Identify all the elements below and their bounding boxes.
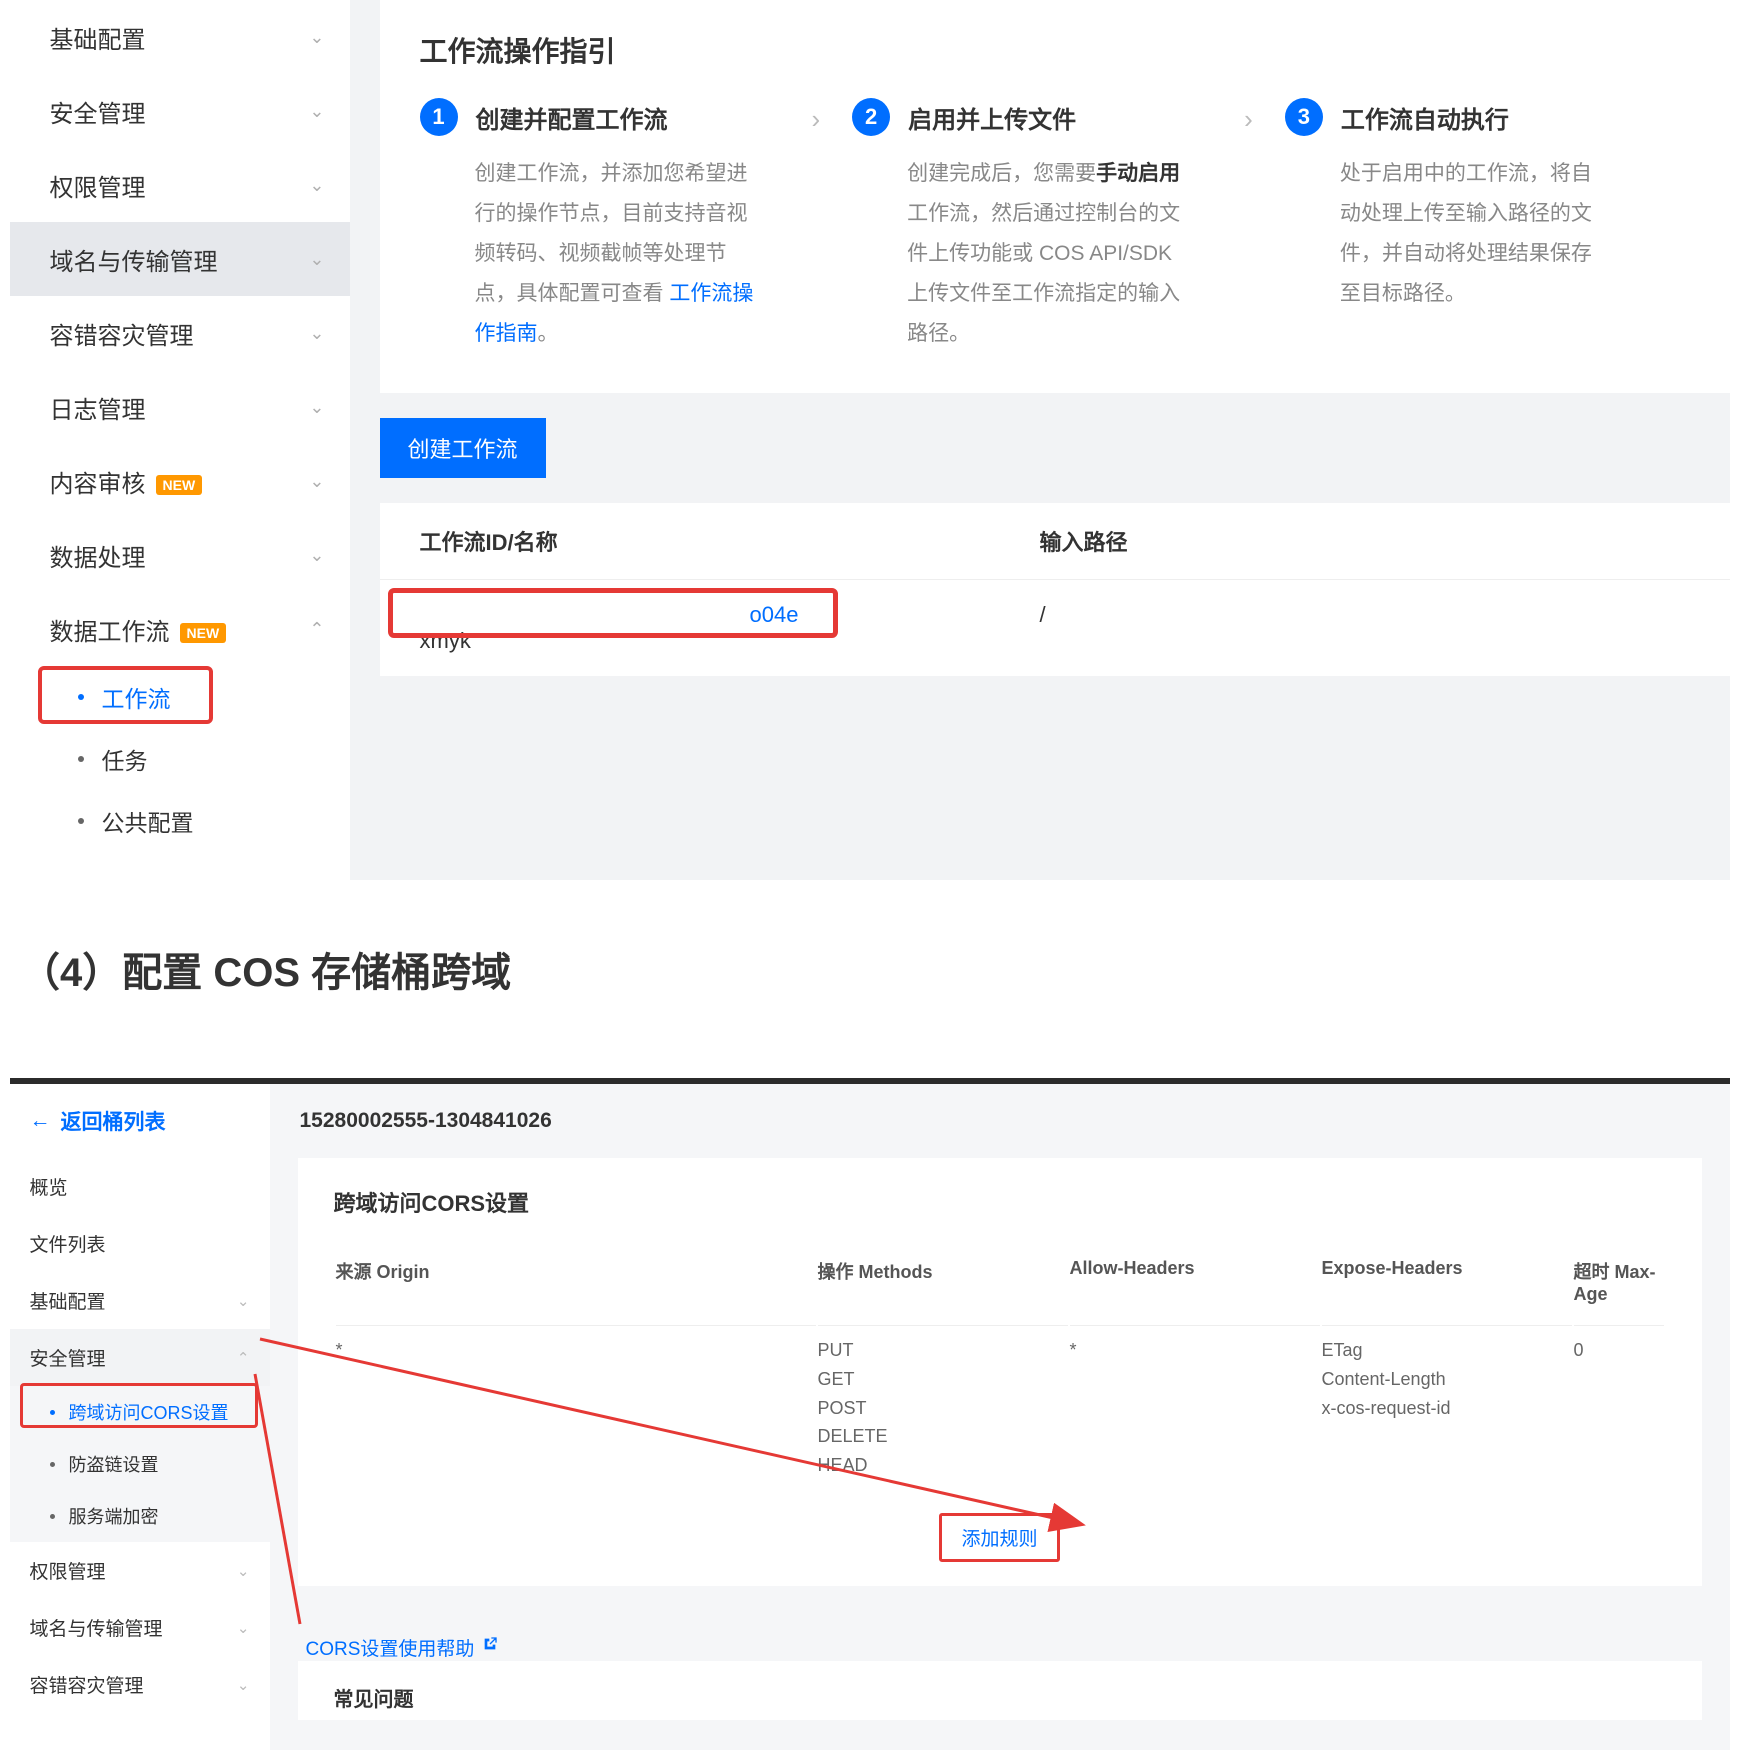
bucket-id-title: 15280002555-1304841026 bbox=[270, 1084, 1730, 1158]
faq-card: 常见问题 bbox=[298, 1661, 1702, 1720]
chevron-down-icon: ⌄ bbox=[237, 1676, 250, 1694]
chevron-down-icon: ⌄ bbox=[309, 545, 324, 566]
th-methods: 操作 Methods bbox=[818, 1248, 1068, 1323]
main-panel: 15280002555-1304841026 跨域访问CORS设置 来源 Ori… bbox=[270, 1084, 1730, 1750]
sidebar-item-data-processing[interactable]: 数据处理⌄ bbox=[10, 518, 350, 592]
table-row[interactable]: xxxxxxxxxxxxxxxxxxxxxxxxxxxxxxo04e xmyk … bbox=[380, 580, 1730, 676]
arrow-left-icon: ← bbox=[30, 1109, 51, 1133]
sidebar-item-content-review[interactable]: 内容审核NEW⌄ bbox=[10, 444, 350, 518]
chevron-down-icon: ⌄ bbox=[309, 175, 324, 196]
bullet-icon bbox=[78, 694, 84, 700]
step-number-badge: 1 bbox=[420, 98, 458, 136]
new-badge: NEW bbox=[156, 475, 203, 495]
sidebar-subitem-encryption[interactable]: 服务端加密 bbox=[10, 1490, 270, 1542]
table-header-id-name: 工作流ID/名称 bbox=[420, 525, 1040, 557]
chevron-right-icon: › bbox=[812, 104, 821, 135]
sidebar-item-data-workflow[interactable]: 数据工作流NEW⌃ bbox=[10, 592, 350, 666]
workflow-input-path: / bbox=[1040, 602, 1046, 654]
sidebar-item-basic-config[interactable]: 基础配置⌄ bbox=[10, 1272, 270, 1329]
chevron-down-icon: ⌄ bbox=[309, 27, 324, 48]
step-number-badge: 2 bbox=[852, 98, 890, 136]
step-number-badge: 3 bbox=[1285, 98, 1323, 136]
sidebar-nav: ← 返回桶列表 概览 文件列表 基础配置⌄ 安全管理⌃ 跨域访问CORS设置 防… bbox=[10, 1084, 270, 1713]
sidebar-item-permissions[interactable]: 权限管理⌄ bbox=[10, 148, 350, 222]
workflow-table: 工作流ID/名称 输入路径 xxxxxxxxxxxxxxxxxxxxxxxxxx… bbox=[380, 503, 1730, 676]
sidebar-item-fault-tolerance[interactable]: 容错容灾管理⌄ bbox=[10, 296, 350, 370]
chevron-down-icon: ⌄ bbox=[309, 471, 324, 492]
sidebar-item-security[interactable]: 安全管理⌄ bbox=[10, 74, 350, 148]
cell-allow-headers: * bbox=[1070, 1325, 1320, 1490]
chevron-down-icon: ⌄ bbox=[237, 1619, 250, 1637]
sidebar-subitem-hotlink[interactable]: 防盗链设置 bbox=[10, 1438, 270, 1490]
cell-expose-headers: ETag Content-Length x-cos-request-id bbox=[1322, 1325, 1572, 1490]
cors-card-title: 跨域访问CORS设置 bbox=[334, 1186, 1666, 1218]
bullet-icon bbox=[78, 756, 84, 762]
workflow-guide-card: 工作流操作指引 1创建并配置工作流 创建工作流，并添加您希望进行的操作节点，目前… bbox=[380, 0, 1730, 393]
cell-max-age: 0 bbox=[1574, 1325, 1664, 1490]
workflow-console-screenshot: 基础配置⌄ 安全管理⌄ 权限管理⌄ 域名与传输管理⌄ 容错容灾管理⌄ 日志管理⌄… bbox=[10, 0, 1730, 880]
th-origin: 来源 Origin bbox=[336, 1248, 816, 1323]
sidebar-item-overview[interactable]: 概览 bbox=[10, 1158, 270, 1215]
sidebar-item-logs[interactable]: 日志管理⌄ bbox=[10, 370, 350, 444]
back-to-bucket-list-link[interactable]: ← 返回桶列表 bbox=[10, 1084, 270, 1158]
sidebar-item-fault-tolerance[interactable]: 容错容灾管理⌄ bbox=[10, 1656, 270, 1713]
cell-origin: * bbox=[336, 1325, 816, 1490]
guide-title: 工作流操作指引 bbox=[420, 30, 1690, 70]
th-max-age: 超时 Max-Age bbox=[1574, 1248, 1664, 1323]
guide-step-3: 3工作流自动执行 处于启用中的工作流，将自动处理上传至输入路径的文件，并自动将处… bbox=[1285, 98, 1605, 314]
create-workflow-button[interactable]: 创建工作流 bbox=[380, 418, 546, 478]
sidebar-item-domain-transfer[interactable]: 域名与传输管理⌄ bbox=[10, 222, 350, 296]
cors-console-screenshot: ← 返回桶列表 概览 文件列表 基础配置⌄ 安全管理⌃ 跨域访问CORS设置 防… bbox=[10, 1078, 1730, 1750]
chevron-up-icon: ⌃ bbox=[309, 619, 324, 640]
chevron-down-icon: ⌄ bbox=[309, 101, 324, 122]
new-badge: NEW bbox=[180, 623, 227, 643]
table-row: * PUT GET POST DELETE HEAD * ETag Conten… bbox=[336, 1325, 1664, 1490]
th-expose-headers: Expose-Headers bbox=[1322, 1248, 1572, 1323]
sidebar-subitem-cors[interactable]: 跨域访问CORS设置 bbox=[10, 1386, 270, 1438]
chevron-down-icon: ⌄ bbox=[237, 1562, 250, 1580]
chevron-down-icon: ⌄ bbox=[237, 1292, 250, 1310]
sidebar-subitem-public-config[interactable]: 公共配置 bbox=[10, 790, 350, 852]
main-panel: 工作流操作指引 1创建并配置工作流 创建工作流，并添加您希望进行的操作节点，目前… bbox=[350, 0, 1730, 880]
sidebar-subitem-tasks[interactable]: 任务 bbox=[10, 728, 350, 790]
bullet-icon bbox=[50, 1462, 55, 1467]
bullet-icon bbox=[50, 1514, 55, 1519]
sidebar-item-basic-config[interactable]: 基础配置⌄ bbox=[10, 0, 350, 74]
chevron-right-icon: › bbox=[1244, 104, 1253, 135]
workflow-id-link[interactable]: xxxxxxxxxxxxxxxxxxxxxxxxxxxxxxo04e bbox=[420, 602, 1040, 628]
section-heading-4: （4）配置 COS 存储桶跨域 bbox=[20, 940, 1739, 998]
sidebar-subitem-workflow[interactable]: 工作流 bbox=[10, 666, 350, 728]
table-header-input-path: 输入路径 bbox=[1040, 525, 1128, 557]
chevron-down-icon: ⌄ bbox=[309, 323, 324, 344]
chevron-down-icon: ⌄ bbox=[309, 249, 324, 270]
sidebar-item-permissions[interactable]: 权限管理⌄ bbox=[10, 1542, 270, 1599]
sidebar-item-security[interactable]: 安全管理⌃ bbox=[10, 1329, 270, 1386]
chevron-down-icon: ⌄ bbox=[309, 397, 324, 418]
add-rule-button[interactable]: 添加规则 bbox=[945, 1517, 1053, 1558]
cors-help-link[interactable]: CORS设置使用帮助 bbox=[306, 1634, 499, 1661]
th-allow-headers: Allow-Headers bbox=[1070, 1248, 1320, 1323]
guide-step-1: 1创建并配置工作流 创建工作流，并添加您希望进行的操作节点，目前支持音视频转码、… bbox=[420, 98, 780, 353]
cell-methods: PUT GET POST DELETE HEAD bbox=[818, 1325, 1068, 1490]
sidebar-nav: 基础配置⌄ 安全管理⌄ 权限管理⌄ 域名与传输管理⌄ 容错容灾管理⌄ 日志管理⌄… bbox=[10, 0, 350, 880]
bullet-icon bbox=[78, 818, 84, 824]
chevron-up-icon: ⌃ bbox=[237, 1349, 250, 1367]
external-link-icon bbox=[482, 1636, 498, 1658]
bullet-icon bbox=[50, 1410, 55, 1415]
guide-step-2: 2启用并上传文件 创建完成后，您需要手动启用工作流，然后通过控制台的文件上传功能… bbox=[852, 98, 1212, 353]
sidebar-item-domain-transfer[interactable]: 域名与传输管理⌄ bbox=[10, 1599, 270, 1656]
cors-settings-card: 跨域访问CORS设置 来源 Origin 操作 Methods Allow-He… bbox=[298, 1158, 1702, 1586]
cors-rules-table: 来源 Origin 操作 Methods Allow-Headers Expos… bbox=[334, 1246, 1666, 1492]
sidebar-item-file-list[interactable]: 文件列表 bbox=[10, 1215, 270, 1272]
workflow-name: xmyk bbox=[420, 628, 1040, 654]
